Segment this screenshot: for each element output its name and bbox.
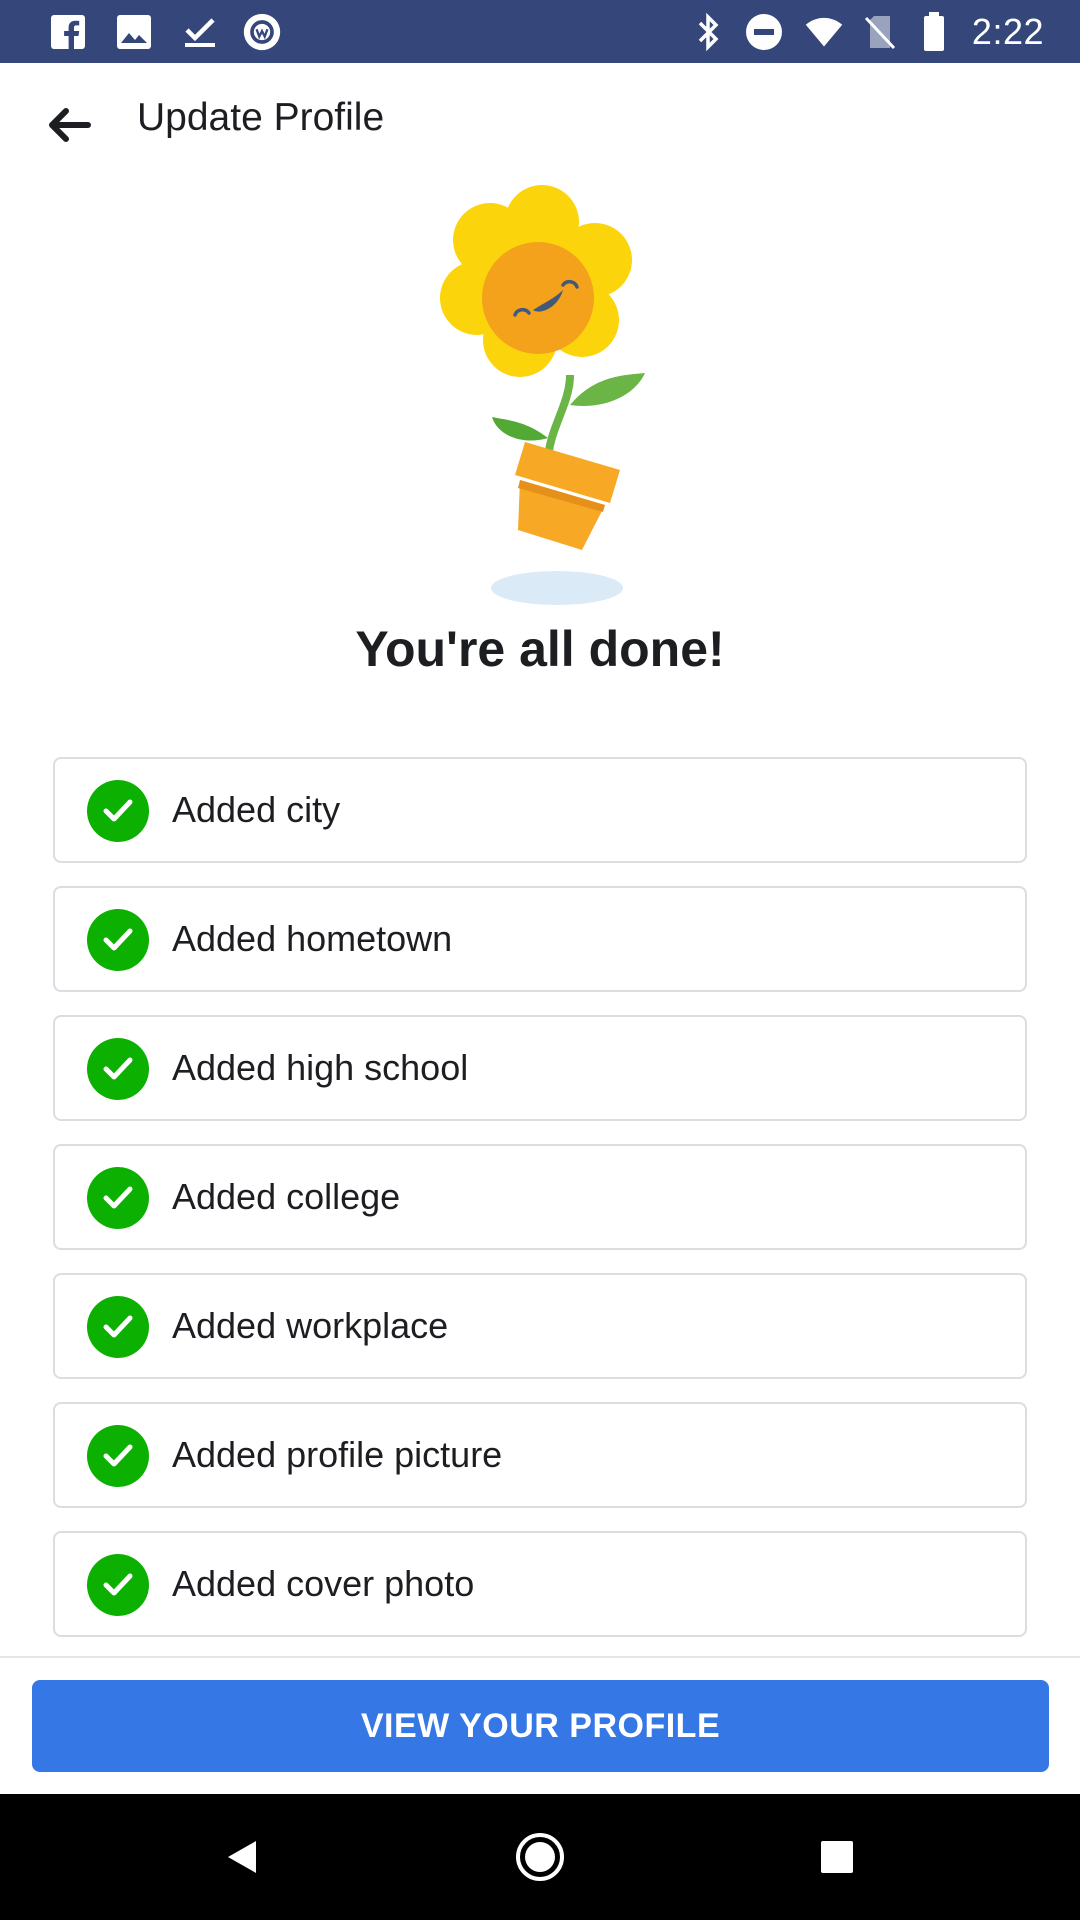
home-circle-icon xyxy=(516,1833,564,1881)
check-circle-icon xyxy=(87,1554,149,1616)
check-circle-icon xyxy=(87,1038,149,1100)
status-bar: 2:22 xyxy=(0,0,1080,63)
status-time: 2:22 xyxy=(971,11,1044,52)
no-sim-icon xyxy=(860,12,900,52)
list-item: Added cover photo xyxy=(53,1531,1027,1637)
app-bar: Update Profile xyxy=(0,63,1080,179)
wifi-icon xyxy=(804,12,844,52)
facebook-icon xyxy=(48,12,88,52)
list-item-label: Added cover photo xyxy=(172,1563,475,1604)
download-done-icon xyxy=(180,12,220,52)
system-nav-bar xyxy=(0,1794,1080,1920)
check-circle-icon xyxy=(87,1425,149,1487)
status-right-icons: 2:22 xyxy=(688,10,1044,54)
list-item: Added college xyxy=(53,1144,1027,1250)
list-item-label: Added college xyxy=(172,1176,401,1217)
workplace-icon xyxy=(242,12,282,52)
nav-home-button[interactable] xyxy=(510,1827,570,1887)
image-icon xyxy=(114,12,154,52)
list-item-label: Added city xyxy=(172,789,341,830)
check-circle-icon xyxy=(87,1296,149,1358)
flower-illustration xyxy=(420,180,660,610)
list-item-label: Added high school xyxy=(172,1047,469,1088)
do-not-disturb-icon xyxy=(744,12,784,52)
battery-icon xyxy=(914,12,954,52)
divider xyxy=(0,1656,1080,1658)
list-item-label: Added workplace xyxy=(172,1305,449,1346)
list-item: Added hometown xyxy=(53,886,1027,992)
status-left-icons xyxy=(48,10,282,54)
back-button[interactable] xyxy=(36,93,100,157)
bluetooth-icon xyxy=(688,12,728,52)
recents-square-icon xyxy=(821,1841,853,1873)
back-triangle-icon xyxy=(228,1841,256,1873)
check-circle-icon xyxy=(87,780,149,842)
completion-heading: You're all done! xyxy=(355,621,725,677)
nav-recents-button[interactable] xyxy=(807,1827,867,1887)
completed-items-list: Added city Added hometown Added high sch… xyxy=(53,757,1027,1660)
check-circle-icon xyxy=(87,1167,149,1229)
arrow-left-icon xyxy=(49,108,91,142)
list-item-label: Added hometown xyxy=(172,918,453,959)
nav-back-button[interactable] xyxy=(212,1827,272,1887)
list-item: Added city xyxy=(53,757,1027,863)
view-profile-button[interactable]: VIEW YOUR PROFILE xyxy=(32,1680,1049,1772)
list-item: Added workplace xyxy=(53,1273,1027,1379)
list-item: Added high school xyxy=(53,1015,1027,1121)
list-item: Added profile picture xyxy=(53,1402,1027,1508)
list-item-label: Added profile picture xyxy=(172,1434,503,1475)
check-circle-icon xyxy=(87,909,149,971)
page-title: Update Profile xyxy=(137,96,385,139)
